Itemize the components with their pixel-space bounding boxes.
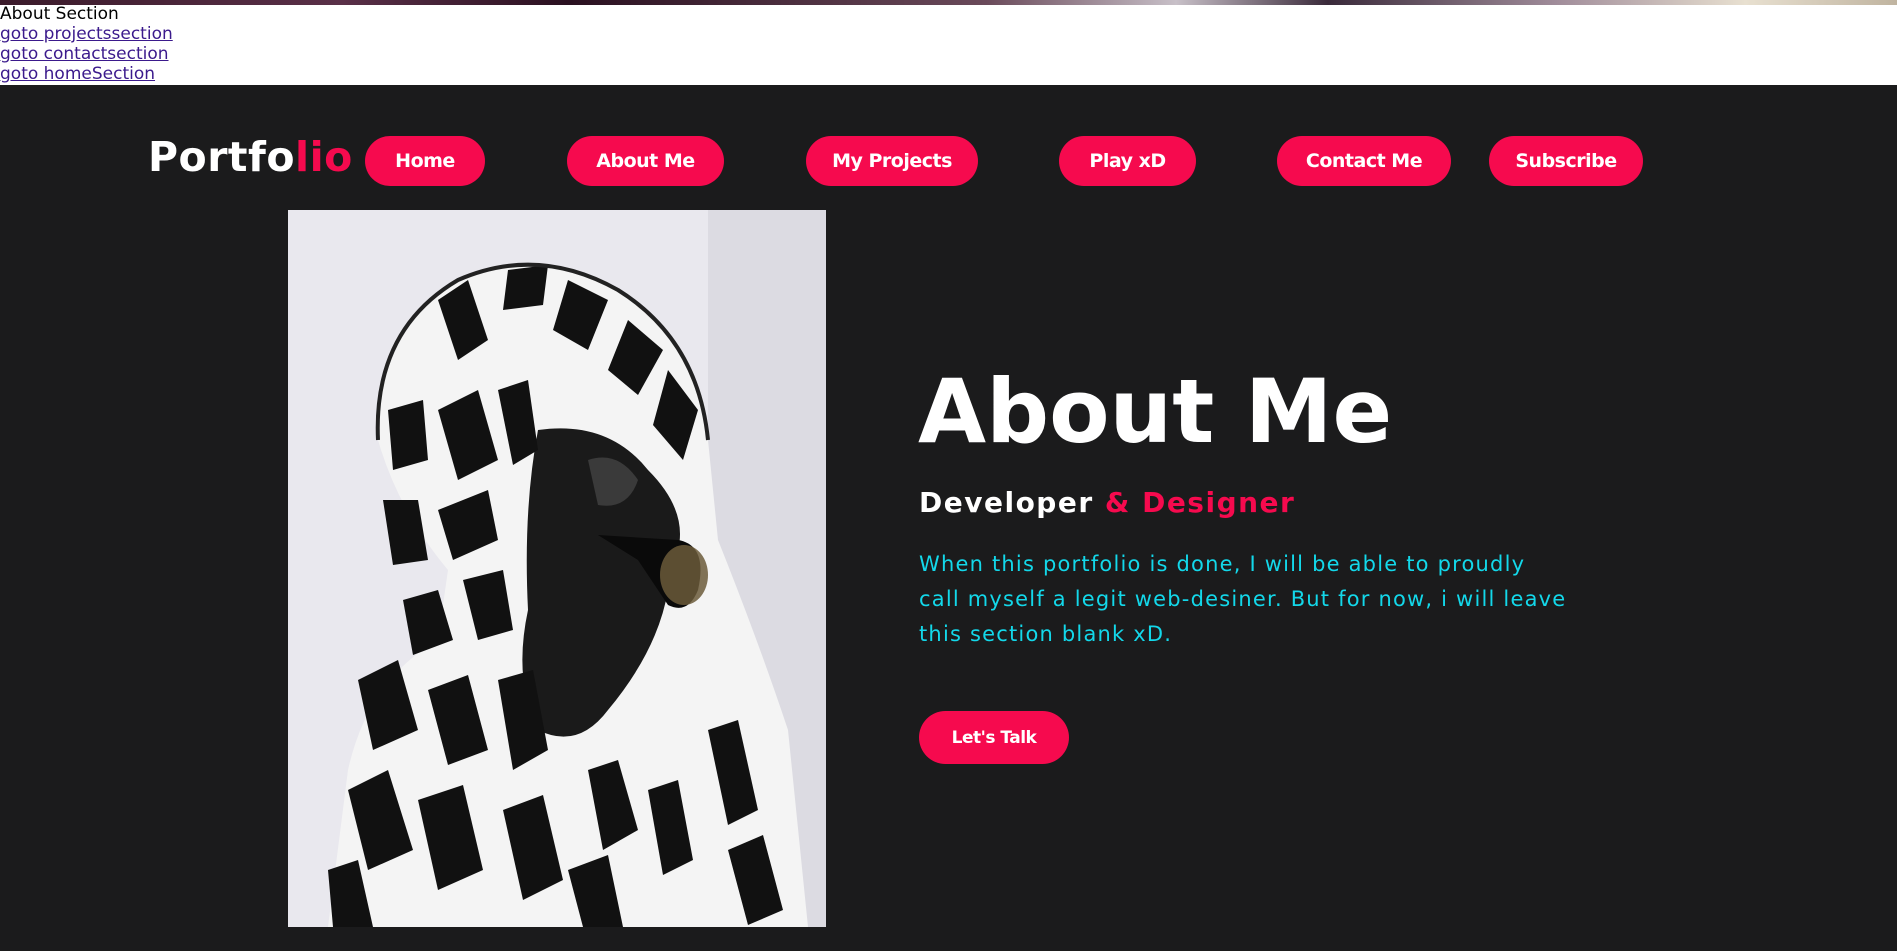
nav-contact-button[interactable]: Contact Me	[1277, 136, 1451, 186]
nav-about-button[interactable]: About Me	[567, 136, 724, 186]
goto-contact-link[interactable]: goto contactsection	[0, 44, 173, 64]
lets-talk-button[interactable]: Let's Talk	[919, 711, 1069, 764]
logo-main: Portfo	[148, 133, 296, 181]
goto-projects-link[interactable]: goto projectssection	[0, 24, 173, 44]
profile-photo-illustration	[288, 210, 826, 927]
previous-section-edge	[0, 0, 1897, 5]
subtitle-designer: & Designer	[1104, 486, 1296, 519]
section-heading: About Section	[0, 4, 119, 24]
about-section: Portfolio Home About Me My Projects Play…	[0, 85, 1897, 951]
about-title: About Me	[918, 360, 1393, 463]
profile-photo	[288, 210, 826, 927]
anchor-links: About Section goto projectssection goto …	[0, 4, 173, 84]
about-subtitle: Developer & Designer	[919, 486, 1295, 519]
goto-home-link[interactable]: goto homeSection	[0, 64, 173, 84]
logo[interactable]: Portfolio	[148, 133, 353, 181]
logo-accent: lio	[295, 133, 353, 181]
nav-projects-button[interactable]: My Projects	[806, 136, 978, 186]
about-paragraph: When this portfolio is done, I will be a…	[919, 552, 1567, 646]
subtitle-developer: Developer	[919, 486, 1105, 519]
nav-subscribe-button[interactable]: Subscribe	[1489, 136, 1643, 186]
nav-play-button[interactable]: Play xD	[1059, 136, 1196, 186]
nav-home-button[interactable]: Home	[365, 136, 485, 186]
